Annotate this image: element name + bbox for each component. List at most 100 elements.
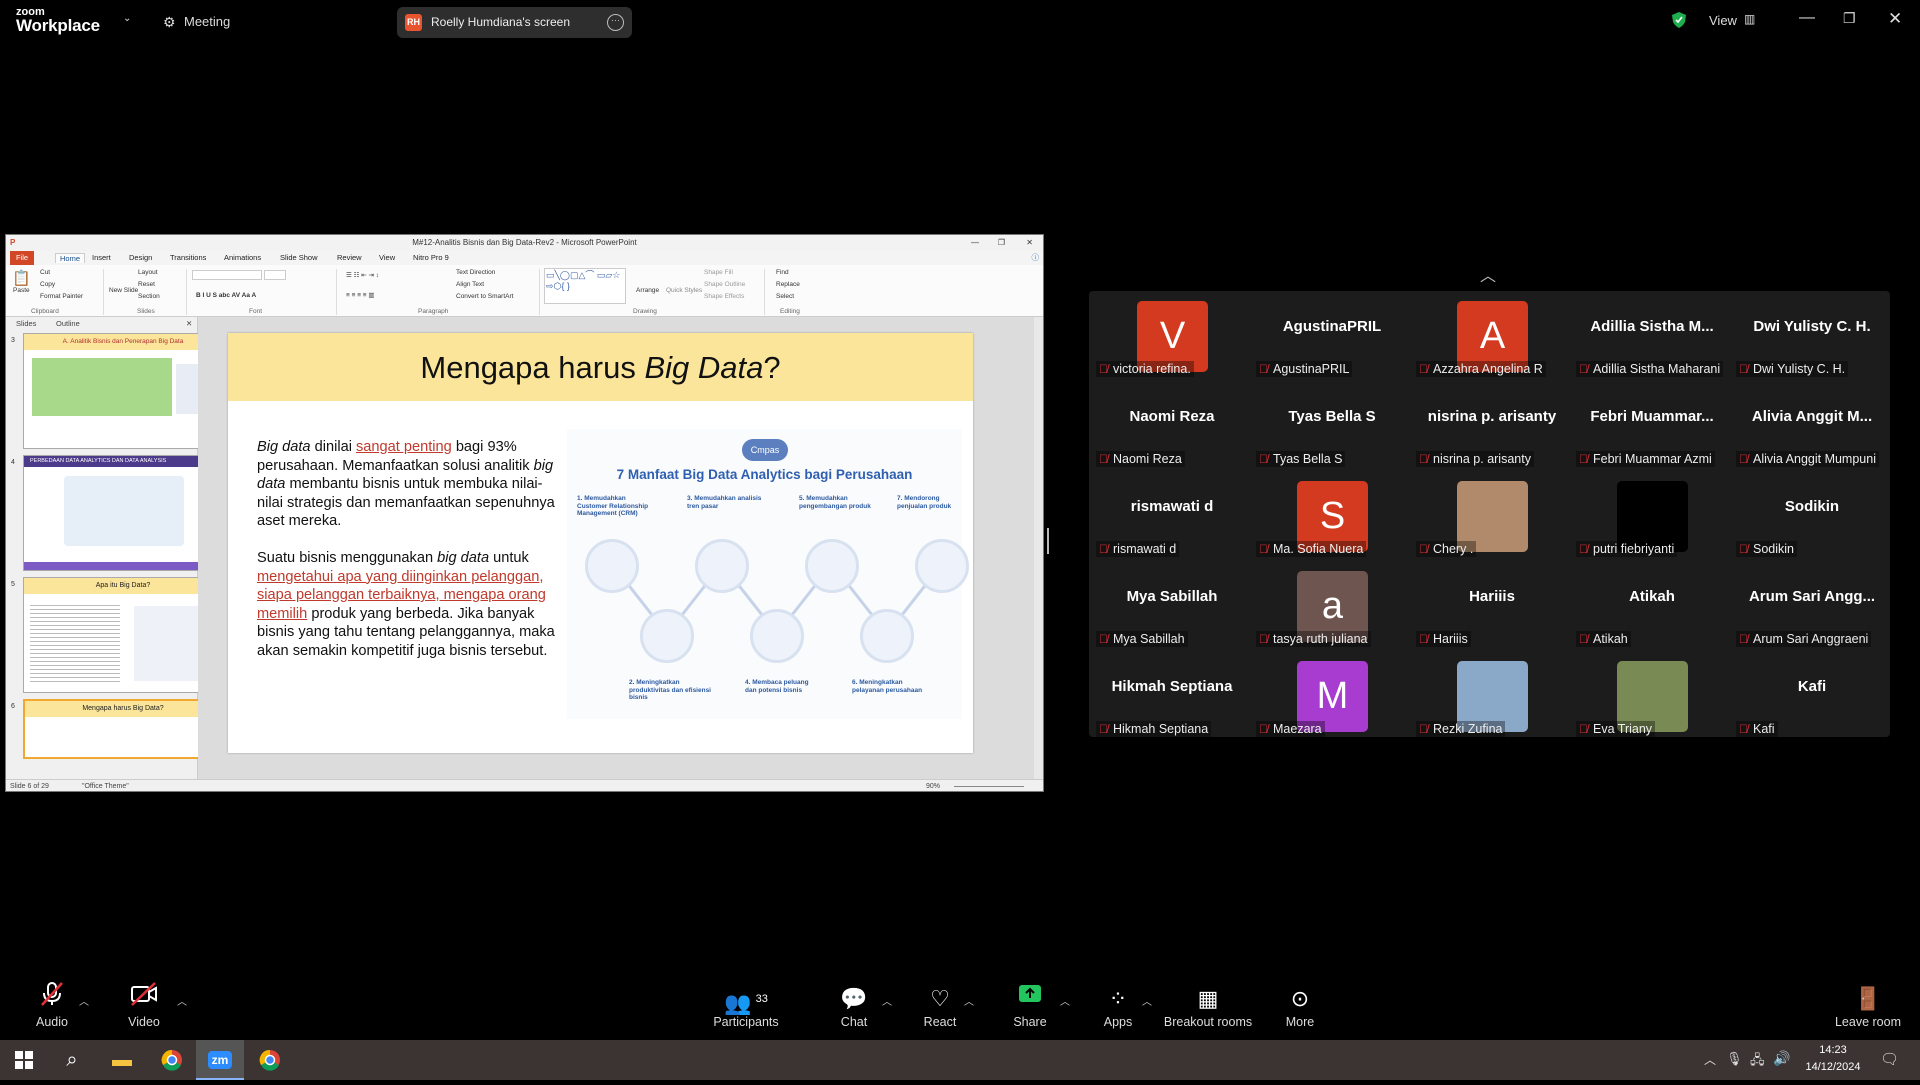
align-icons[interactable]: ≡ ≡ ≡ ≡ ▥ <box>346 291 375 299</box>
meeting-gear-icon[interactable]: ⚙ <box>163 14 176 31</box>
shape-effects-button[interactable]: Shape Effects <box>704 293 744 300</box>
participant-tile[interactable]: Adillia Sistha M... 🎙̸ Adillia Sistha Maha… <box>1573 295 1731 384</box>
help-icon[interactable]: ⓘ <box>1032 252 1040 263</box>
participant-tile[interactable]: Alivia Anggit M... 🎙̸ Alivia Anggit Mumpun… <box>1733 385 1891 474</box>
share-button[interactable]: Share <box>1006 981 1054 1040</box>
participant-tile[interactable]: Sodikin 🎙̸ Sodikin <box>1733 475 1891 564</box>
paste-button[interactable]: Paste <box>13 287 30 294</box>
participant-tile[interactable]: Hikmah Septiana 🎙̸ Hikmah Septiana <box>1093 655 1251 744</box>
participant-tile[interactable]: Arum Sari Angg... 🎙̸ Arum Sari Anggraeni <box>1733 565 1891 654</box>
logo-dropdown-chevron-icon[interactable]: ⌄ <box>123 13 131 24</box>
more-options-icon[interactable]: ··· <box>607 14 624 31</box>
bullets-icon[interactable]: ☰ ☷ ⇤ ⇥ ↕ <box>346 271 379 279</box>
gallery-collapse-chevron-icon[interactable]: ︿ <box>1480 262 1496 286</box>
find-button[interactable]: Find <box>776 269 789 276</box>
tab-outline[interactable]: Outline <box>56 319 80 328</box>
tab-nitro[interactable]: Nitro Pro 9 <box>413 253 449 262</box>
apps-button[interactable]: ⁘ Apps <box>1094 981 1142 1040</box>
audio-button[interactable]: Audio <box>28 981 76 1040</box>
participant-tile[interactable]: Naomi Reza 🎙̸ Naomi Reza <box>1093 385 1251 474</box>
restore-icon[interactable]: ❐ <box>1843 10 1856 27</box>
participant-tile[interactable]: V 🎙̸ victoria refina. <box>1093 295 1251 384</box>
tab-slide-show[interactable]: Slide Show <box>280 253 318 262</box>
react-options-caret-icon[interactable]: ︿ <box>964 993 974 1008</box>
participant-tile[interactable]: S 🎙̸ Ma. Sofia Nuera <box>1253 475 1411 564</box>
minimize-icon[interactable]: — <box>1799 9 1815 27</box>
participants-button[interactable]: 👥 33 Participants <box>708 981 784 1040</box>
meeting-label[interactable]: Meeting <box>184 14 230 29</box>
participant-tile[interactable]: Mya Sabillah 🎙̸ Mya Sabillah <box>1093 565 1251 654</box>
view-button[interactable]: View <box>1709 13 1737 28</box>
tray-microphone-icon[interactable]: 🎙 <box>1726 1051 1743 1067</box>
participant-tile[interactable]: A 🎙̸ Azzahra Angelina R <box>1413 295 1571 384</box>
file-explorer-icon[interactable]: ▬ <box>98 1040 146 1080</box>
select-button[interactable]: Select <box>776 293 794 300</box>
ppt-minimize-icon[interactable]: — <box>971 235 979 251</box>
replace-button[interactable]: Replace <box>776 281 800 288</box>
participant-tile[interactable]: rismawati d 🎙̸ rismawati d <box>1093 475 1251 564</box>
quick-styles-button[interactable]: Quick Styles <box>666 287 702 294</box>
paste-icon[interactable]: 📋 <box>12 269 31 287</box>
chrome-icon[interactable] <box>148 1040 196 1080</box>
participant-tile[interactable]: Febri Muammar... 🎙̸ Febri Muammar Azmi <box>1573 385 1731 474</box>
tab-view[interactable]: View <box>379 253 395 262</box>
layout-button[interactable]: Layout <box>138 269 158 276</box>
font-size-box[interactable] <box>264 270 286 280</box>
audio-options-caret-icon[interactable]: ︿ <box>79 993 89 1008</box>
shape-outline-button[interactable]: Shape Outline <box>704 281 745 288</box>
reset-button[interactable]: Reset <box>138 281 155 288</box>
slide-thumb-5[interactable]: Apa itu Big Data? <box>23 577 223 693</box>
tray-expand-chevron-icon[interactable]: ︿ <box>1704 1051 1716 1068</box>
participant-tile[interactable]: 🎙̸ Rezki Zufina <box>1413 655 1571 744</box>
security-shield-icon[interactable] <box>1671 11 1687 29</box>
tab-slides[interactable]: Slides <box>16 319 36 328</box>
participant-tile[interactable]: 🎙̸ putri fiebriyanti <box>1573 475 1731 564</box>
search-icon[interactable]: ⌕ <box>48 1040 96 1080</box>
more-button[interactable]: ⊙ More <box>1276 981 1324 1040</box>
chat-options-caret-icon[interactable]: ︿ <box>882 993 892 1008</box>
participant-tile[interactable]: Atikah 🎙̸ Atikah <box>1573 565 1731 654</box>
participant-tile[interactable]: a 🎙̸ tasya ruth juliana <box>1253 565 1411 654</box>
chrome-profile-icon[interactable] <box>246 1040 294 1080</box>
participant-tile[interactable]: Hariiis 🎙̸ Hariiis <box>1413 565 1571 654</box>
tab-animations[interactable]: Animations <box>224 253 261 262</box>
chat-button[interactable]: 💬 Chat <box>830 981 878 1040</box>
tab-file[interactable]: File <box>10 251 35 265</box>
volume-icon[interactable]: 🔊 <box>1773 1050 1790 1067</box>
section-button[interactable]: Section <box>138 293 160 300</box>
participant-tile[interactable]: Tyas Bella S 🎙̸ Tyas Bella S <box>1253 385 1411 474</box>
tab-transitions[interactable]: Transitions <box>170 253 206 262</box>
shape-fill-button[interactable]: Shape Fill <box>704 269 733 276</box>
font-name-box[interactable] <box>192 270 262 280</box>
participant-tile[interactable]: AgustinaPRIL 🎙̸ AgustinaPRIL <box>1253 295 1411 384</box>
share-options-caret-icon[interactable]: ︿ <box>1060 993 1070 1008</box>
zoom-app-icon[interactable]: zm <box>196 1040 244 1080</box>
cut-button[interactable]: Cut <box>40 269 50 276</box>
ppt-restore-icon[interactable]: ❐ <box>998 235 1005 251</box>
close-icon[interactable]: ✕ <box>1888 9 1902 29</box>
text-direction-button[interactable]: Text Direction <box>456 269 495 276</box>
leave-room-button[interactable]: 🚪 Leave room <box>1832 981 1904 1040</box>
zoom-slider[interactable] <box>954 786 1024 787</box>
view-grid-icon[interactable]: ▥ <box>1744 12 1755 26</box>
breakout-rooms-button[interactable]: ▦ Breakout rooms <box>1162 981 1254 1040</box>
clock-time[interactable]: 14:23 <box>1804 1044 1862 1056</box>
new-slide-button[interactable]: New Slide <box>109 287 138 294</box>
convert-smartart-button[interactable]: Convert to SmartArt <box>456 293 513 300</box>
ppt-close-icon[interactable]: ✕ <box>1026 235 1033 251</box>
participant-tile[interactable]: nisrina p. arisanty 🎙̸ nisrina p. arisanty <box>1413 385 1571 474</box>
apps-options-caret-icon[interactable]: ︿ <box>1142 993 1152 1008</box>
notifications-icon[interactable]: 🗨 <box>1880 1050 1899 1068</box>
tab-insert[interactable]: Insert <box>92 253 111 262</box>
slide-thumb-6[interactable]: Mengapa harus Big Data? <box>23 699 223 759</box>
clock-date[interactable]: 14/12/2024 <box>1800 1061 1866 1073</box>
arrange-button[interactable]: Arrange <box>636 287 659 294</box>
participant-tile[interactable]: 🎙̸ Chery . <box>1413 475 1571 564</box>
share-screen-pill[interactable]: RH Roelly Humdiana's screen ··· <box>397 7 632 38</box>
tab-review[interactable]: Review <box>337 253 362 262</box>
bold-icon[interactable]: B I U S abc AV Aa A <box>196 292 256 299</box>
slide-thumb-4[interactable]: PERBEDAAN DATA ANALYTICS DAN DATA ANALYS… <box>23 455 223 571</box>
tab-design[interactable]: Design <box>129 253 152 262</box>
participant-tile[interactable]: Dwi Yulisty C. H. 🎙̸ Dwi Yulisty C. H. <box>1733 295 1891 384</box>
canvas-vertical-scrollbar[interactable] <box>1034 317 1043 779</box>
